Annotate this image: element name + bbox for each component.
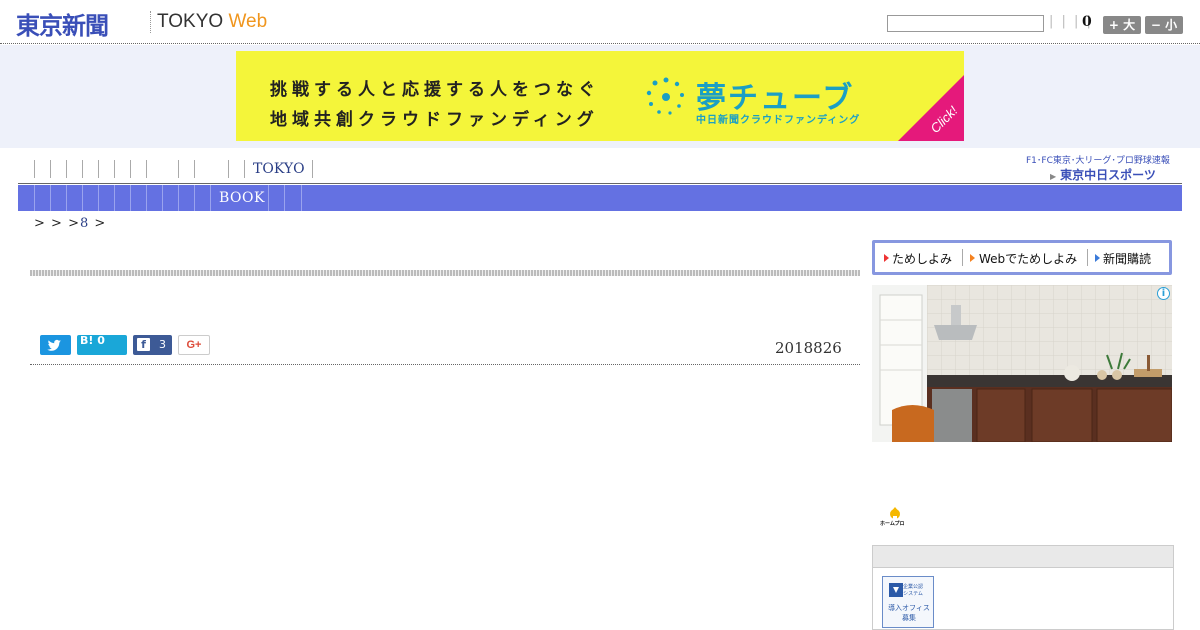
- sidebar-box: 企業公認 システム 導入オフィス 募集: [872, 545, 1174, 630]
- category-item[interactable]: [34, 185, 35, 211]
- breadcrumb: > > >8 >: [34, 216, 106, 231]
- banner-text: 募集: [902, 614, 916, 622]
- category-item[interactable]: [301, 185, 302, 211]
- nav-item[interactable]: [228, 160, 229, 178]
- breadcrumb-sep: >: [68, 216, 80, 231]
- nav-item[interactable]: [244, 160, 245, 178]
- nav-item-tokyo[interactable]: TOKYO: [253, 161, 305, 177]
- share-bar: B! 0 f 3 G+: [30, 333, 860, 365]
- nav-item[interactable]: [34, 160, 35, 178]
- category-item[interactable]: [98, 185, 99, 211]
- homepro-label: ホームプロ: [880, 521, 905, 527]
- arrow-icon: [884, 254, 889, 262]
- breadcrumb-link[interactable]: 8: [80, 216, 89, 231]
- dots-logo-icon: [646, 77, 684, 115]
- banner-text: 導入オフィス: [888, 604, 930, 612]
- arrow-icon: [1095, 254, 1100, 262]
- web-tameshiyomi-link[interactable]: Webでためしよみ: [979, 250, 1077, 267]
- tameshiyomi-link[interactable]: ためしよみ: [892, 250, 952, 267]
- category-item[interactable]: [210, 185, 211, 211]
- banner-text: システム: [903, 591, 923, 597]
- sports-links[interactable]: F1･FC東京･大リーグ･プロ野球速報: [1026, 153, 1170, 166]
- facebook-share-button[interactable]: f 3: [133, 335, 172, 355]
- category-item[interactable]: [178, 185, 179, 211]
- arrow-icon: [970, 254, 975, 262]
- site-logo[interactable]: 東京新聞: [16, 6, 109, 41]
- header-count: 0: [1082, 14, 1092, 30]
- twitter-share-button[interactable]: [40, 335, 71, 355]
- link-divider: [1087, 249, 1088, 266]
- logo-en-text: TOKYO: [157, 11, 224, 32]
- banner-text: 企業公認: [902, 584, 923, 590]
- nav-item[interactable]: [146, 160, 147, 178]
- google-plus-button[interactable]: G+: [178, 335, 210, 355]
- kitchen-ad-image[interactable]: [872, 285, 1172, 442]
- nav-item[interactable]: [130, 160, 131, 178]
- font-smaller-button[interactable]: − 小: [1145, 16, 1183, 34]
- link-divider: [962, 249, 963, 266]
- sports-logo-text: 東京中日スポーツ: [1060, 168, 1156, 182]
- article-date: 2018826: [775, 339, 842, 357]
- category-item[interactable]: [130, 185, 131, 211]
- category-item[interactable]: [82, 185, 83, 211]
- nav-item[interactable]: [178, 160, 179, 178]
- article-title-rule: [30, 270, 860, 276]
- subscribe-link[interactable]: 新聞購読: [1103, 250, 1151, 267]
- breadcrumb-sep: >: [94, 216, 107, 231]
- logo-web-text: Web: [228, 11, 268, 32]
- search-input[interactable]: [887, 15, 1044, 32]
- category-item[interactable]: [50, 185, 51, 211]
- category-item[interactable]: [162, 185, 163, 211]
- ad-info-icon[interactable]: i: [1157, 287, 1170, 300]
- category-item[interactable]: [284, 185, 285, 211]
- breadcrumb-sep: >: [51, 216, 63, 231]
- breadcrumb-sep: >: [34, 216, 46, 231]
- office-banner[interactable]: 企業公認 システム 導入オフィス 募集: [882, 576, 934, 628]
- nav-item[interactable]: [98, 160, 99, 178]
- category-item[interactable]: [194, 185, 195, 211]
- nav-divider: [312, 160, 313, 178]
- category-nav: BOOK: [18, 185, 1182, 211]
- banner-line1: 挑戦する人と応援する人をつなぐ: [270, 80, 600, 100]
- category-item[interactable]: [114, 185, 115, 211]
- banner-line2: 地域共創クラウドファンディング: [270, 110, 599, 130]
- subscription-links: ためしよみ Webでためしよみ 新聞購読: [872, 240, 1172, 275]
- category-item[interactable]: [146, 185, 147, 211]
- category-item[interactable]: [66, 185, 67, 211]
- homepro-logo[interactable]: ホームプロ: [880, 505, 910, 529]
- banner-area: 挑戦する人と応援する人をつなぐ 地域共創クラウドファンディング 夢チューブ 中日…: [0, 45, 1200, 148]
- site-header: 東京新聞 TOKYO Web | | | | 0 + 大 − 小: [0, 0, 1200, 44]
- homepro-icon: [890, 507, 900, 520]
- logo-divider: [150, 11, 151, 33]
- primary-nav: TOKYO: [18, 150, 1182, 184]
- kitchen-photo: [872, 285, 1172, 442]
- nav-item[interactable]: [82, 160, 83, 178]
- chunichi-sports-link[interactable]: ▶ 東京中日スポーツ: [1050, 166, 1156, 183]
- sidebar-box-header: [873, 546, 1173, 568]
- banner-brand-sub: 中日新聞クラウドファンディング: [696, 115, 861, 126]
- hatena-bookmark-button[interactable]: B! 0: [77, 335, 127, 355]
- twitter-icon: [47, 339, 61, 351]
- crowdfunding-banner[interactable]: 挑戦する人と応援する人をつなぐ 地域共創クラウドファンディング 夢チューブ 中日…: [236, 51, 964, 141]
- facebook-icon: f: [137, 338, 150, 351]
- nav-item[interactable]: [194, 160, 195, 178]
- arrow-icon: ▶: [1050, 172, 1057, 181]
- category-item[interactable]: [268, 185, 269, 211]
- font-bigger-button[interactable]: + 大: [1103, 16, 1141, 34]
- tokyo-web-logo[interactable]: TOKYO Web: [157, 11, 267, 33]
- nav-item[interactable]: [66, 160, 67, 178]
- facebook-count: 3: [159, 338, 166, 351]
- nav-item[interactable]: [50, 160, 51, 178]
- nav-item[interactable]: [114, 160, 115, 178]
- category-item-book[interactable]: BOOK: [219, 190, 265, 206]
